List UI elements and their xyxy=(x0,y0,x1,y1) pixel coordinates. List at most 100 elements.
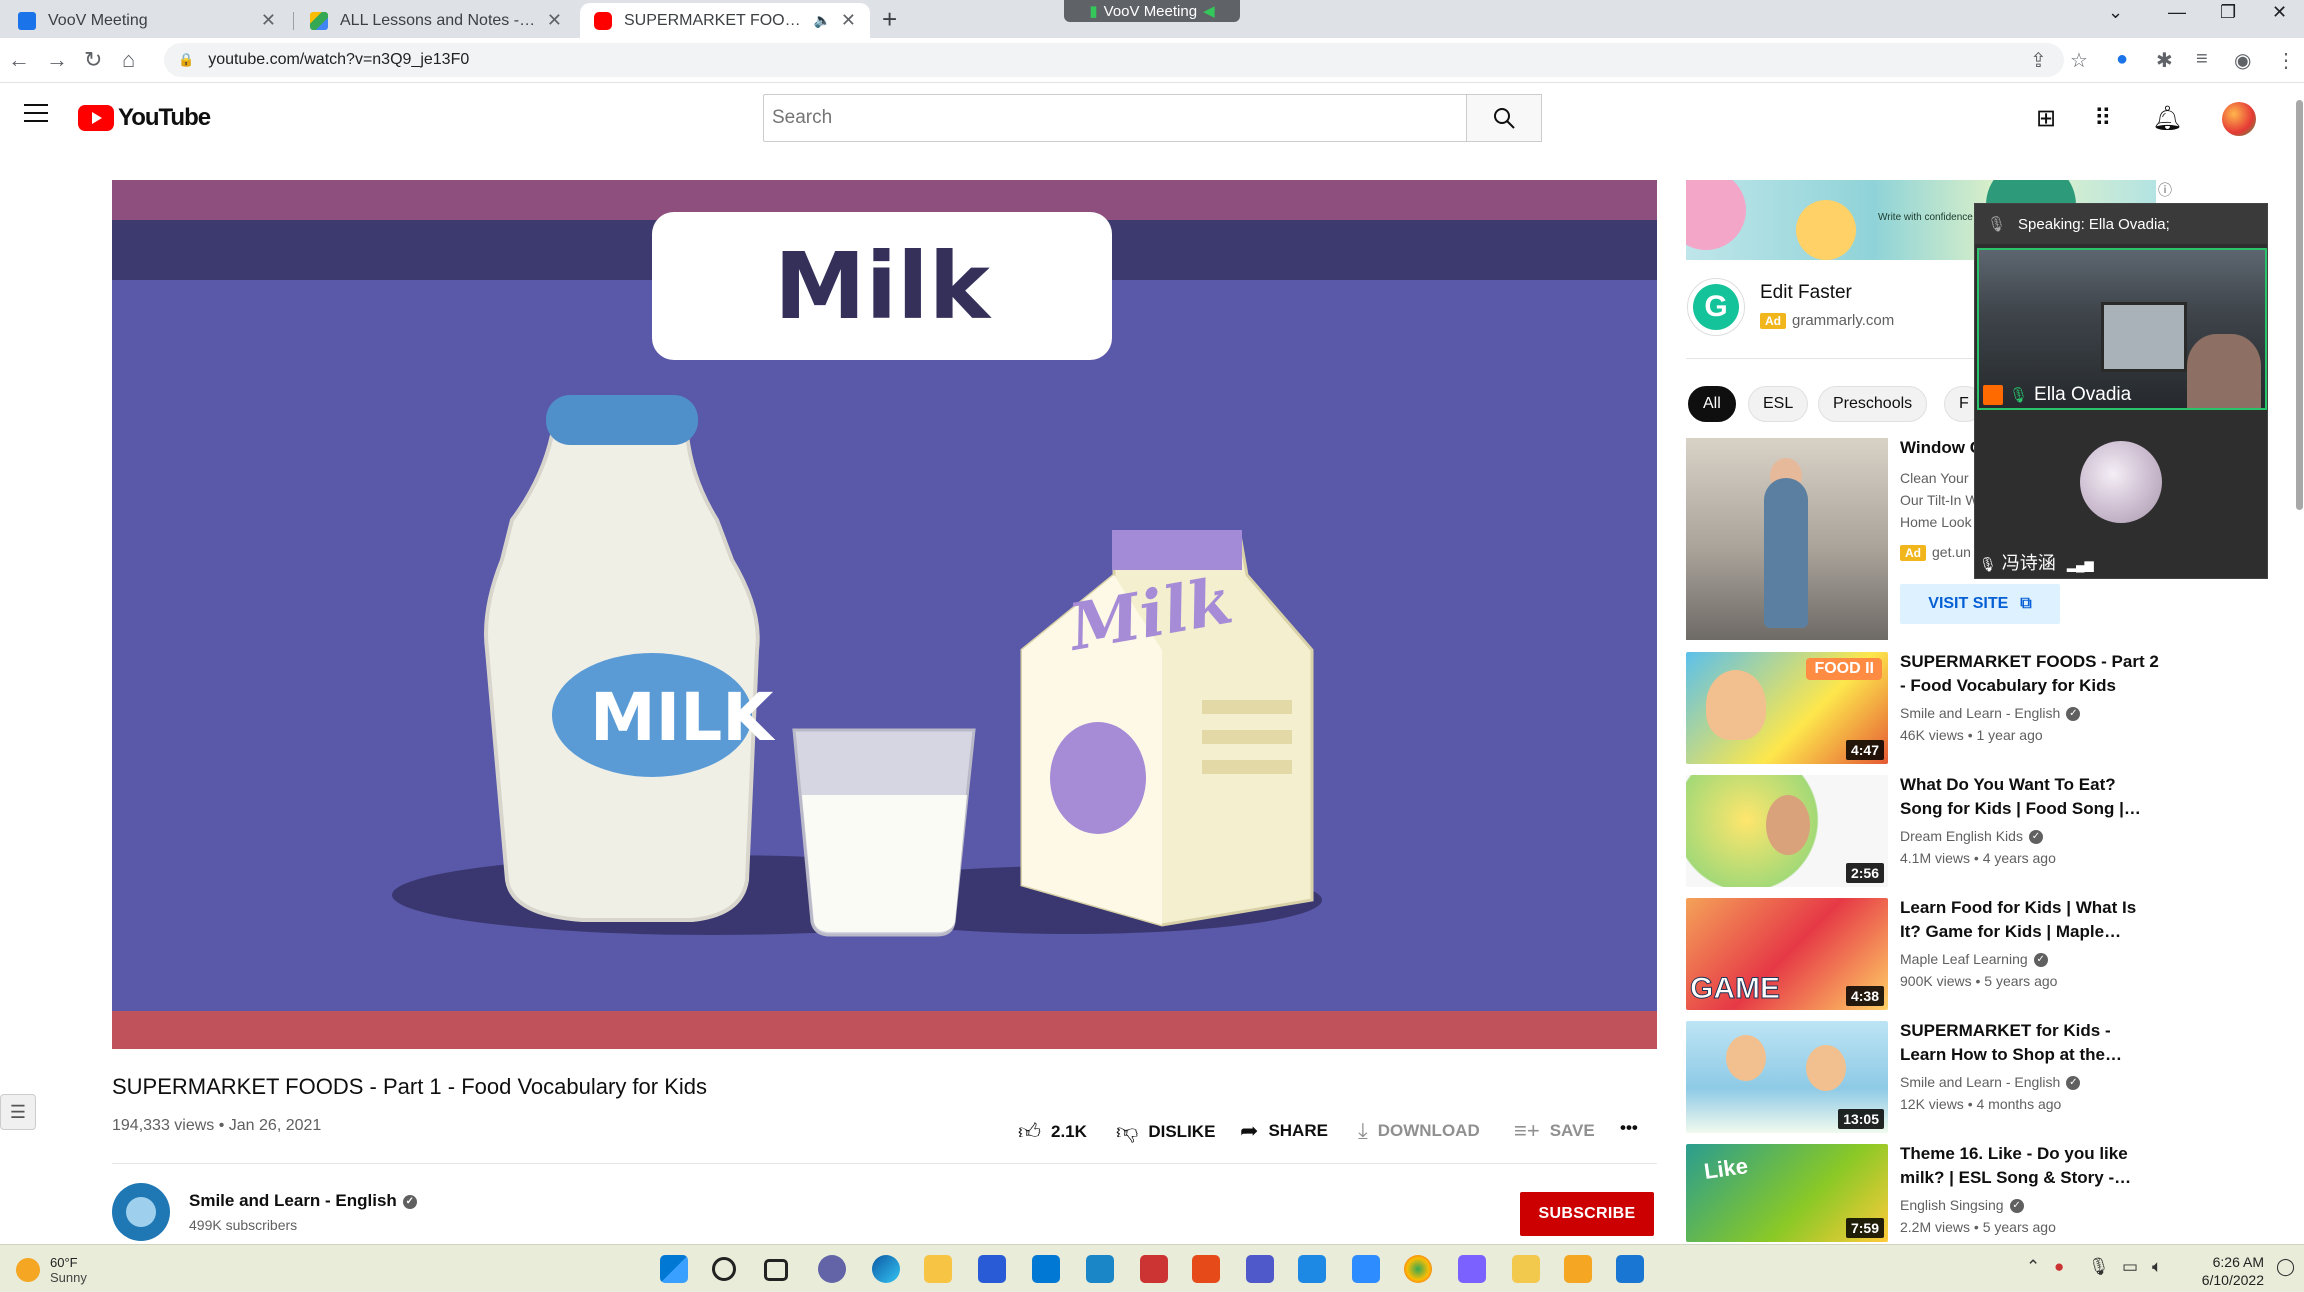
related-thumbnail[interactable]: FOOD II 4:47 xyxy=(1686,652,1888,764)
create-video-icon[interactable]: ⊞ xyxy=(2036,104,2056,133)
related-thumbnail[interactable]: Like 7:59 xyxy=(1686,1144,1888,1242)
tray-app-icon[interactable]: ● xyxy=(2054,1257,2064,1277)
voov-taskbar-icon[interactable] xyxy=(1616,1255,1644,1283)
download-button[interactable]: ⤓ DOWNLOAD xyxy=(1358,1118,1480,1144)
share-button[interactable]: ➦ SHARE xyxy=(1240,1118,1328,1144)
zoom-icon[interactable] xyxy=(1352,1255,1380,1283)
app-icon[interactable] xyxy=(1564,1255,1592,1283)
youtube-logo[interactable]: YouTube xyxy=(78,104,211,132)
related-channel[interactable]: Dream English Kids ✓ xyxy=(1900,828,2043,845)
channel-avatar[interactable] xyxy=(112,1183,170,1241)
search-input[interactable] xyxy=(763,94,1467,142)
close-tab-icon[interactable]: ✕ xyxy=(841,10,856,31)
tray-overflow-chevron-icon[interactable]: ⌃ xyxy=(2026,1257,2040,1277)
tray-network-icon[interactable]: ▭ xyxy=(2122,1257,2138,1277)
dislike-button[interactable]: 👎︎ DISLIKE xyxy=(1116,1118,1215,1145)
related-channel[interactable]: Maple Leaf Learning ✓ xyxy=(1900,951,2048,968)
back-button[interactable]: ← xyxy=(8,47,30,73)
grammarly-logo-icon[interactable]: G xyxy=(1687,278,1745,336)
audio-playing-icon[interactable]: 🔈 xyxy=(813,12,830,29)
voov-participant-panel[interactable]: 🎙︎ Speaking: Ella Ovadia; 🎙︎ Ella Ovadia… xyxy=(1974,203,2268,579)
page-scrollbar[interactable] xyxy=(2296,100,2303,510)
related-thumbnail[interactable]: GAME 4:38 xyxy=(1686,898,1888,1010)
related-title[interactable]: SUPERMARKET FOODS - Part 2 - Food Vocabu… xyxy=(1900,650,2160,698)
reload-button[interactable]: ↻ xyxy=(84,47,102,73)
related-title[interactable]: Learn Food for Kids | What Is It? Game f… xyxy=(1900,896,2160,944)
profile-icon[interactable]: ◉ xyxy=(2234,48,2251,73)
tray-volume-icon[interactable]: 🔈︎ xyxy=(2152,1257,2162,1277)
related-title[interactable]: Theme 16. Like - Do you like milk? | ESL… xyxy=(1900,1142,2160,1190)
office-icon[interactable] xyxy=(1192,1255,1220,1283)
chrome-menu-icon[interactable]: ⋮ xyxy=(2276,48,2296,73)
store-icon[interactable] xyxy=(978,1255,1006,1283)
system-clock[interactable]: 6:26 AM 6/10/2022 xyxy=(2180,1253,2264,1289)
media-control-icon[interactable]: ≡ xyxy=(2196,48,2208,71)
related-thumbnail[interactable]: 2:56 xyxy=(1686,775,1888,887)
search-button[interactable] xyxy=(1466,94,1542,142)
address-bar[interactable]: 🔒 youtube.com/watch?v=n3Q9_je13F0 xyxy=(164,43,2064,77)
menu-hamburger-icon[interactable] xyxy=(24,104,48,128)
teams-icon[interactable] xyxy=(1246,1255,1274,1283)
participant-avatar[interactable] xyxy=(2080,441,2162,523)
banner-shape xyxy=(1686,180,1746,250)
close-tab-icon[interactable]: ✕ xyxy=(261,10,276,31)
related-channel[interactable]: English Singsing ✓ xyxy=(1900,1197,2024,1214)
video-player[interactable]: Milk MILK Milk xyxy=(112,180,1657,1049)
chrome-icon[interactable] xyxy=(1404,1255,1432,1283)
share-icon[interactable]: ⇪ xyxy=(2030,48,2047,73)
extensions-puzzle-icon[interactable]: ✱ xyxy=(2156,48,2173,73)
account-avatar[interactable] xyxy=(2222,102,2256,136)
like-button[interactable]: 👍︎ 2.1K xyxy=(1018,1118,1087,1145)
app-icon[interactable] xyxy=(1298,1255,1326,1283)
notifications-bell-icon[interactable]: 🔔︎ xyxy=(2152,104,2182,133)
weather-widget[interactable]: 60°F Sunny xyxy=(16,1255,87,1285)
home-button[interactable]: ⌂ xyxy=(122,47,135,73)
restore-button[interactable]: ❐ xyxy=(2220,2,2236,23)
task-view-icon[interactable] xyxy=(764,1259,788,1281)
snipping-tool-icon[interactable] xyxy=(1458,1255,1486,1283)
chip-all[interactable]: All xyxy=(1688,386,1736,422)
bookmark-star-icon[interactable]: ☆ xyxy=(2070,48,2088,73)
ad-info-icon[interactable]: ⓘ xyxy=(2158,180,2172,200)
ad-title[interactable]: Edit Faster xyxy=(1760,282,1852,304)
app-l-icon[interactable] xyxy=(1086,1255,1114,1283)
related-title[interactable]: What Do You Want To Eat? Song for Kids |… xyxy=(1900,773,2160,821)
close-tab-icon[interactable]: ✕ xyxy=(547,10,562,31)
apps-grid-icon[interactable]: ⠿ xyxy=(2094,104,2112,133)
search-taskbar-icon[interactable] xyxy=(712,1257,736,1281)
save-button[interactable]: ≡+ SAVE xyxy=(1514,1118,1595,1144)
tab-all-lessons[interactable]: ALL Lessons and Notes - Google ✕ xyxy=(296,3,576,38)
mail-icon[interactable] xyxy=(1032,1255,1060,1283)
promoted-ad-thumbnail[interactable] xyxy=(1686,438,1888,640)
close-window-button[interactable]: ✕ xyxy=(2272,2,2287,23)
chat-icon[interactable] xyxy=(818,1255,846,1283)
tab-youtube-supermarket[interactable]: SUPERMARKET FOODS - Par 🔈 ✕ xyxy=(580,3,870,38)
visit-site-button[interactable]: VISIT SITE ⧉ xyxy=(1900,584,2060,624)
file-explorer-icon[interactable] xyxy=(924,1255,952,1283)
related-channel[interactable]: Smile and Learn - English ✓ xyxy=(1900,705,2081,722)
forward-button[interactable]: → xyxy=(46,47,68,73)
related-thumbnail[interactable]: 13:05 xyxy=(1686,1021,1888,1133)
related-channel[interactable]: Smile and Learn - English ✓ xyxy=(1900,1074,2081,1091)
minimize-button[interactable]: — xyxy=(2168,2,2186,23)
subscribe-button[interactable]: SUBSCRIBE xyxy=(1520,1192,1654,1236)
side-panel-toggle-icon[interactable]: ☰ xyxy=(0,1094,36,1130)
chip-esl[interactable]: ESL xyxy=(1748,386,1809,422)
start-windows-icon[interactable] xyxy=(660,1255,688,1283)
related-title[interactable]: SUPERMARKET for Kids - Learn How to Shop… xyxy=(1900,1019,2160,1067)
extension-icon[interactable]: ● xyxy=(2116,48,2128,71)
chip-preschools[interactable]: Preschools xyxy=(1818,386,1928,422)
channel-name[interactable]: Smile and Learn - English ✓ xyxy=(189,1191,417,1211)
tab-search-chevron-icon[interactable]: ⌄ xyxy=(2108,2,2123,23)
voov-meeting-indicator[interactable]: ▮ VooV Meeting ◀ xyxy=(1064,0,1240,22)
more-actions-button[interactable]: ••• xyxy=(1620,1118,1638,1138)
participant-video[interactable]: 🎙︎ Ella Ovadia xyxy=(1977,248,2267,410)
tray-mic-icon[interactable]: 🎙︎ xyxy=(2088,1257,2110,1277)
app-icon[interactable] xyxy=(1512,1255,1540,1283)
new-tab-button[interactable]: + xyxy=(882,4,897,35)
security-shield-icon[interactable] xyxy=(1140,1255,1168,1283)
tab-voov-meeting[interactable]: VooV Meeting ✕ xyxy=(4,3,290,38)
edge-browser-icon[interactable] xyxy=(872,1255,900,1283)
notifications-icon[interactable]: ◯ xyxy=(2276,1257,2295,1277)
download-icon: ⤓ xyxy=(1358,1118,1368,1143)
